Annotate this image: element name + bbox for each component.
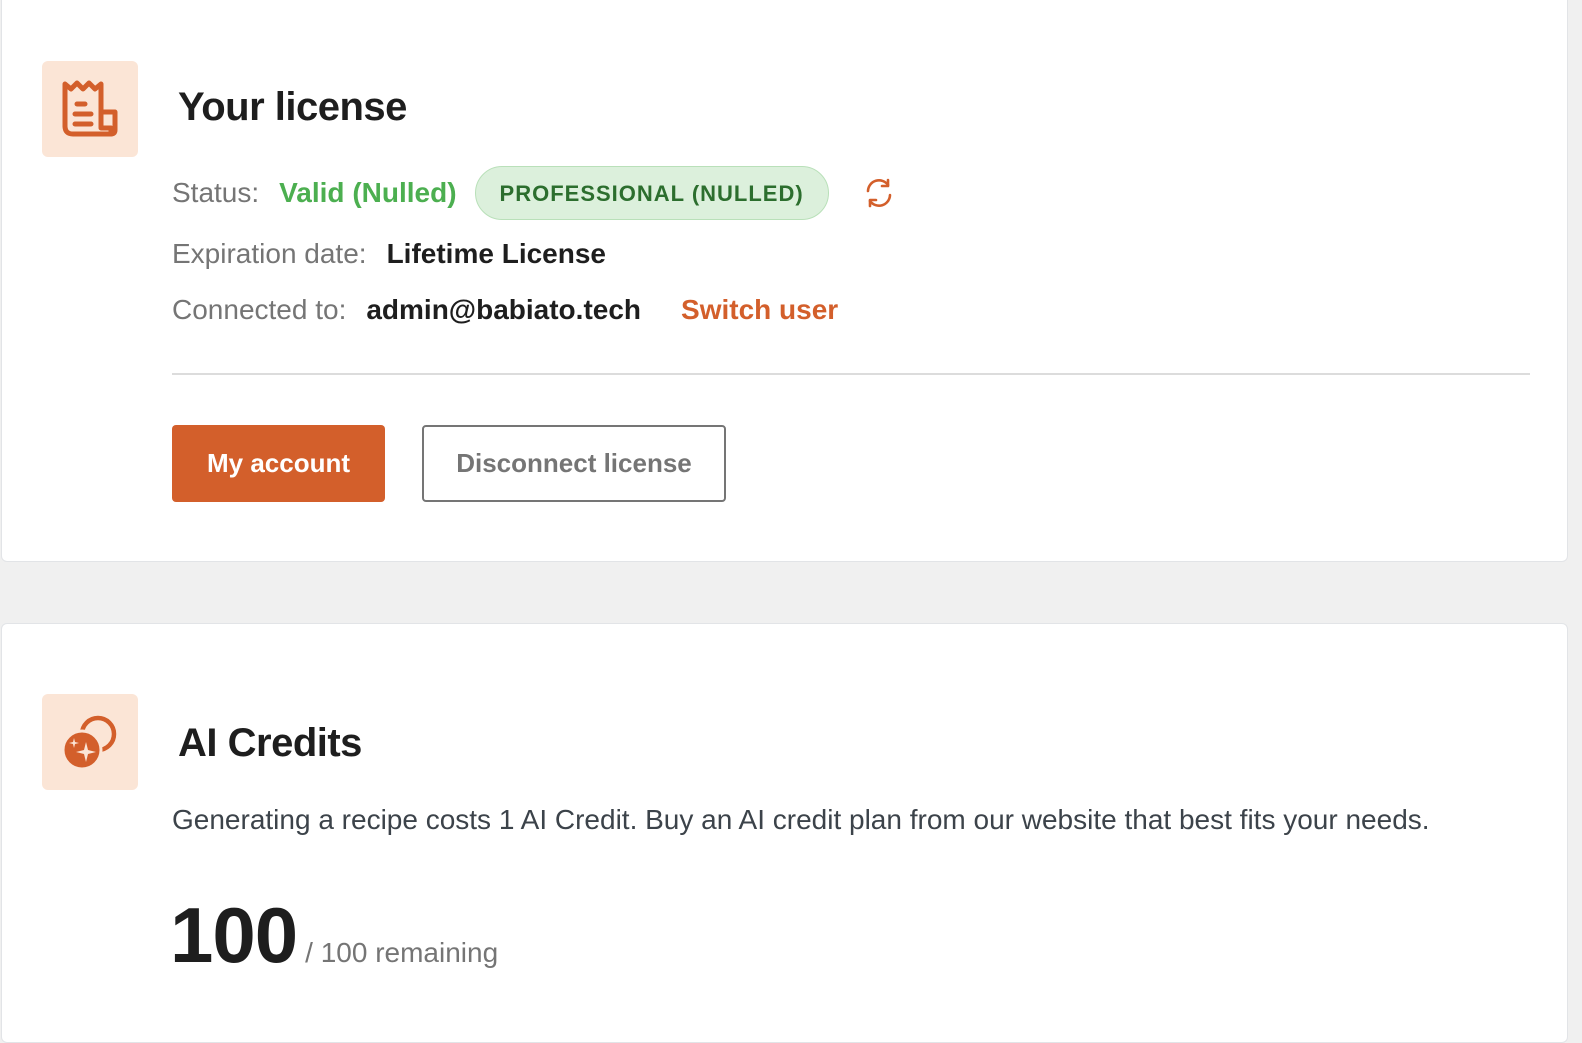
license-icon-tile bbox=[42, 61, 138, 157]
plan-badge: PROFESSIONAL (NULLED) bbox=[474, 166, 829, 220]
status-value: Valid (Nulled) bbox=[279, 177, 457, 208]
coins-sparkle-icon bbox=[61, 715, 117, 771]
receipt-icon bbox=[62, 80, 118, 137]
refresh-icon[interactable] bbox=[863, 177, 895, 209]
credits-remaining-label: / 100 remaining bbox=[305, 937, 499, 968]
credits-remaining-number: 100 bbox=[170, 891, 298, 979]
credits-counter: 100 / 100 remaining bbox=[170, 890, 498, 981]
credits-icon-tile bbox=[42, 694, 138, 790]
connected-email: admin@babiato.tech bbox=[366, 294, 642, 325]
credits-title: AI Credits bbox=[178, 721, 362, 765]
switch-user-link[interactable]: Switch user bbox=[681, 294, 838, 326]
disconnect-license-button[interactable]: Disconnect license bbox=[422, 425, 726, 502]
connected-label: Connected to: bbox=[172, 294, 347, 325]
credits-description: Generating a recipe costs 1 AI Credit. B… bbox=[172, 804, 1430, 835]
license-card: Your license Status: Valid (Nulled) PROF… bbox=[1, 0, 1568, 562]
status-row: Status: Valid (Nulled) PROFESSIONAL (NUL… bbox=[172, 165, 895, 221]
ai-credits-card: AI Credits Generating a recipe costs 1 A… bbox=[1, 623, 1568, 1043]
status-label: Status: bbox=[172, 177, 260, 208]
divider bbox=[172, 373, 1530, 375]
license-title: Your license bbox=[178, 85, 407, 129]
my-account-button[interactable]: My account bbox=[172, 425, 385, 502]
expiration-value: Lifetime License bbox=[386, 238, 606, 269]
expiration-label: Expiration date: bbox=[172, 238, 367, 269]
expiration-row: Expiration date: Lifetime License bbox=[172, 233, 606, 275]
connected-row: Connected to: admin@babiato.tech Switch … bbox=[172, 289, 838, 331]
